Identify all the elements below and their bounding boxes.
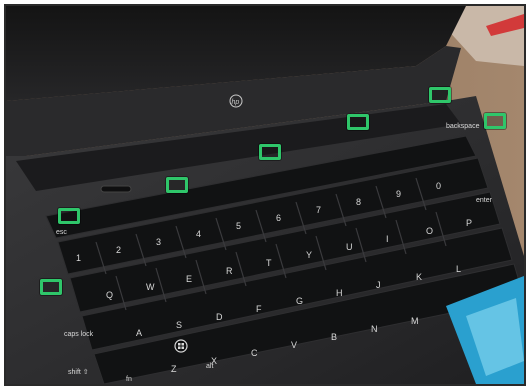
screw-marker-6 [484,113,506,129]
key-4: 4 [196,229,201,239]
key-g: G [296,296,303,306]
screw-marker-5 [429,87,451,103]
key-fn: fn [126,376,132,383]
key-k: K [416,272,422,282]
key-alt: alt [206,363,213,370]
key-i: I [386,234,389,244]
power-button-slot [100,185,132,193]
screw-marker-2 [166,177,188,193]
key-1: 1 [76,253,81,263]
key-0: 0 [436,181,441,191]
screw-marker-1 [58,208,80,224]
key-w: W [146,282,155,292]
key-enter: enter [476,197,493,204]
key-6: 6 [276,213,281,223]
key-t: T [266,258,272,268]
key-q: Q [106,290,113,300]
screw-marker-4 [347,114,369,130]
key-j: J [376,280,381,290]
screw-marker-3 [259,144,281,160]
svg-text:hp: hp [232,99,240,106]
key-e: E [186,274,192,284]
key-a: A [136,328,142,338]
key-c: C [251,348,258,358]
key-m: M [411,316,419,326]
key-esc: esc [56,229,67,236]
key-shift: shift ⇧ [68,368,89,376]
key-7: 7 [316,205,321,215]
key-l: L [456,264,461,274]
screw-marker-7 [40,279,62,295]
key-u: U [346,242,353,252]
key-v: V [291,340,297,350]
key-2: 2 [116,245,121,255]
key-r: R [226,266,233,276]
key-d: D [216,312,223,322]
key-b: B [331,332,337,342]
key-y: Y [306,250,312,260]
key-9: 9 [396,189,401,199]
key-backspace: backspace [446,123,480,130]
key-caps-lock: caps lock [64,331,94,338]
key-s: S [176,320,182,330]
key-5: 5 [236,221,241,231]
key-n: N [371,324,378,334]
key-f: F [256,304,262,314]
laptop-photo: 1 2 3 4 5 6 7 8 9 0 Q W E R T Y U I O P … [6,6,524,384]
key-3: 3 [156,237,161,247]
key-h: H [336,288,343,298]
key-z: Z [171,364,177,374]
photo-frame: 1 2 3 4 5 6 7 8 9 0 Q W E R T Y U I O P … [4,4,526,386]
key-8: 8 [356,197,361,207]
key-p: P [466,218,472,228]
key-o: O [426,226,433,236]
